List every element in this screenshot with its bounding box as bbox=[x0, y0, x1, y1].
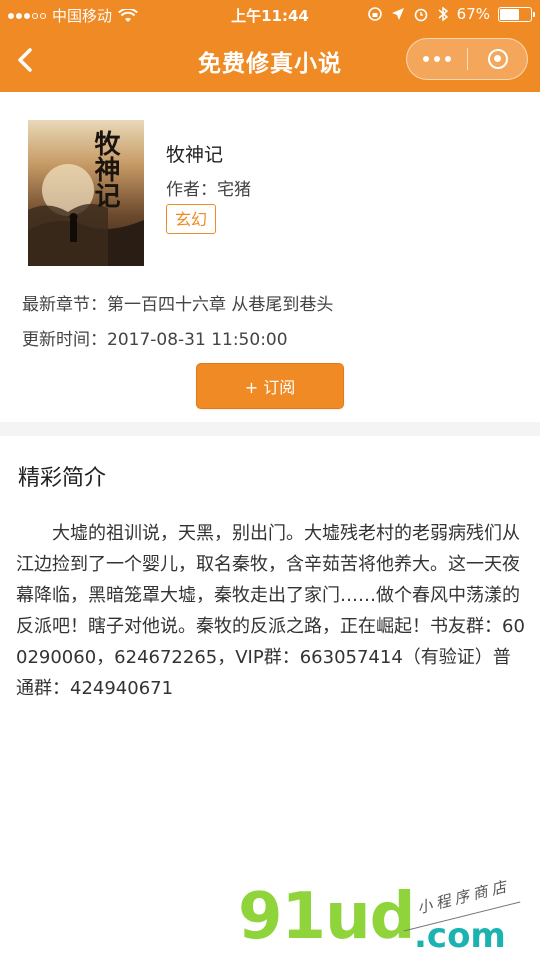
section-divider bbox=[0, 422, 540, 436]
cover-artwork bbox=[28, 164, 144, 266]
watermark-tagline: 小程序商店 bbox=[415, 876, 512, 918]
battery-percent: 67% bbox=[456, 5, 490, 23]
battery-icon bbox=[498, 6, 535, 22]
book-title: 牧神记 bbox=[166, 144, 224, 166]
genre-tag[interactable]: 玄幻 bbox=[166, 204, 217, 234]
update-time-row: 更新时间：2017-08-31 11:50:00 bbox=[22, 325, 288, 350]
more-dots-icon[interactable] bbox=[407, 39, 467, 79]
nav-bar: 免费修真小说 bbox=[0, 30, 540, 92]
latest-chapter-label: 最新章节： bbox=[22, 295, 107, 315]
close-capsule-button[interactable] bbox=[468, 39, 527, 79]
watermark-domain: .com bbox=[414, 916, 506, 956]
author-label: 作者： bbox=[166, 180, 217, 200]
target-ring-icon bbox=[487, 49, 508, 69]
book-author: 作者：宅猪 bbox=[166, 175, 251, 200]
subscribe-button[interactable]: + 订阅 bbox=[196, 363, 344, 409]
intro-text: 大墟的祖训说，天黑，别出门。大墟残老村的老弱病残们从江边捡到了一个婴儿，取名秦牧… bbox=[16, 523, 525, 699]
watermark-brand: 91ud bbox=[238, 880, 415, 954]
mini-program-capsule bbox=[406, 38, 528, 80]
intro-heading: 精彩简介 bbox=[18, 466, 107, 491]
watermark-logo: 91ud 小程序商店 .com bbox=[238, 877, 538, 960]
status-right: 67% bbox=[367, 5, 535, 23]
book-cover[interactable]: 牧神记 bbox=[28, 120, 144, 266]
bluetooth-icon bbox=[438, 6, 448, 22]
update-time-label: 更新时间： bbox=[22, 330, 107, 350]
latest-chapter-value: 第一百四十六章 从巷尾到巷头 bbox=[107, 295, 334, 315]
latest-chapter-row[interactable]: 最新章节：第一百四十六章 从巷尾到巷头 bbox=[22, 290, 333, 315]
lock-rotation-icon bbox=[367, 7, 382, 21]
battery-fill bbox=[500, 8, 519, 20]
alarm-icon bbox=[414, 8, 427, 22]
status-bar: 中国移动 上午11:44 67% bbox=[0, 0, 540, 30]
update-time-value: 2017-08-31 11:50:00 bbox=[107, 330, 288, 350]
location-arrow-icon bbox=[391, 8, 404, 20]
author-name: 宅猪 bbox=[217, 180, 251, 200]
cover-title: 牧神记 bbox=[90, 130, 120, 208]
